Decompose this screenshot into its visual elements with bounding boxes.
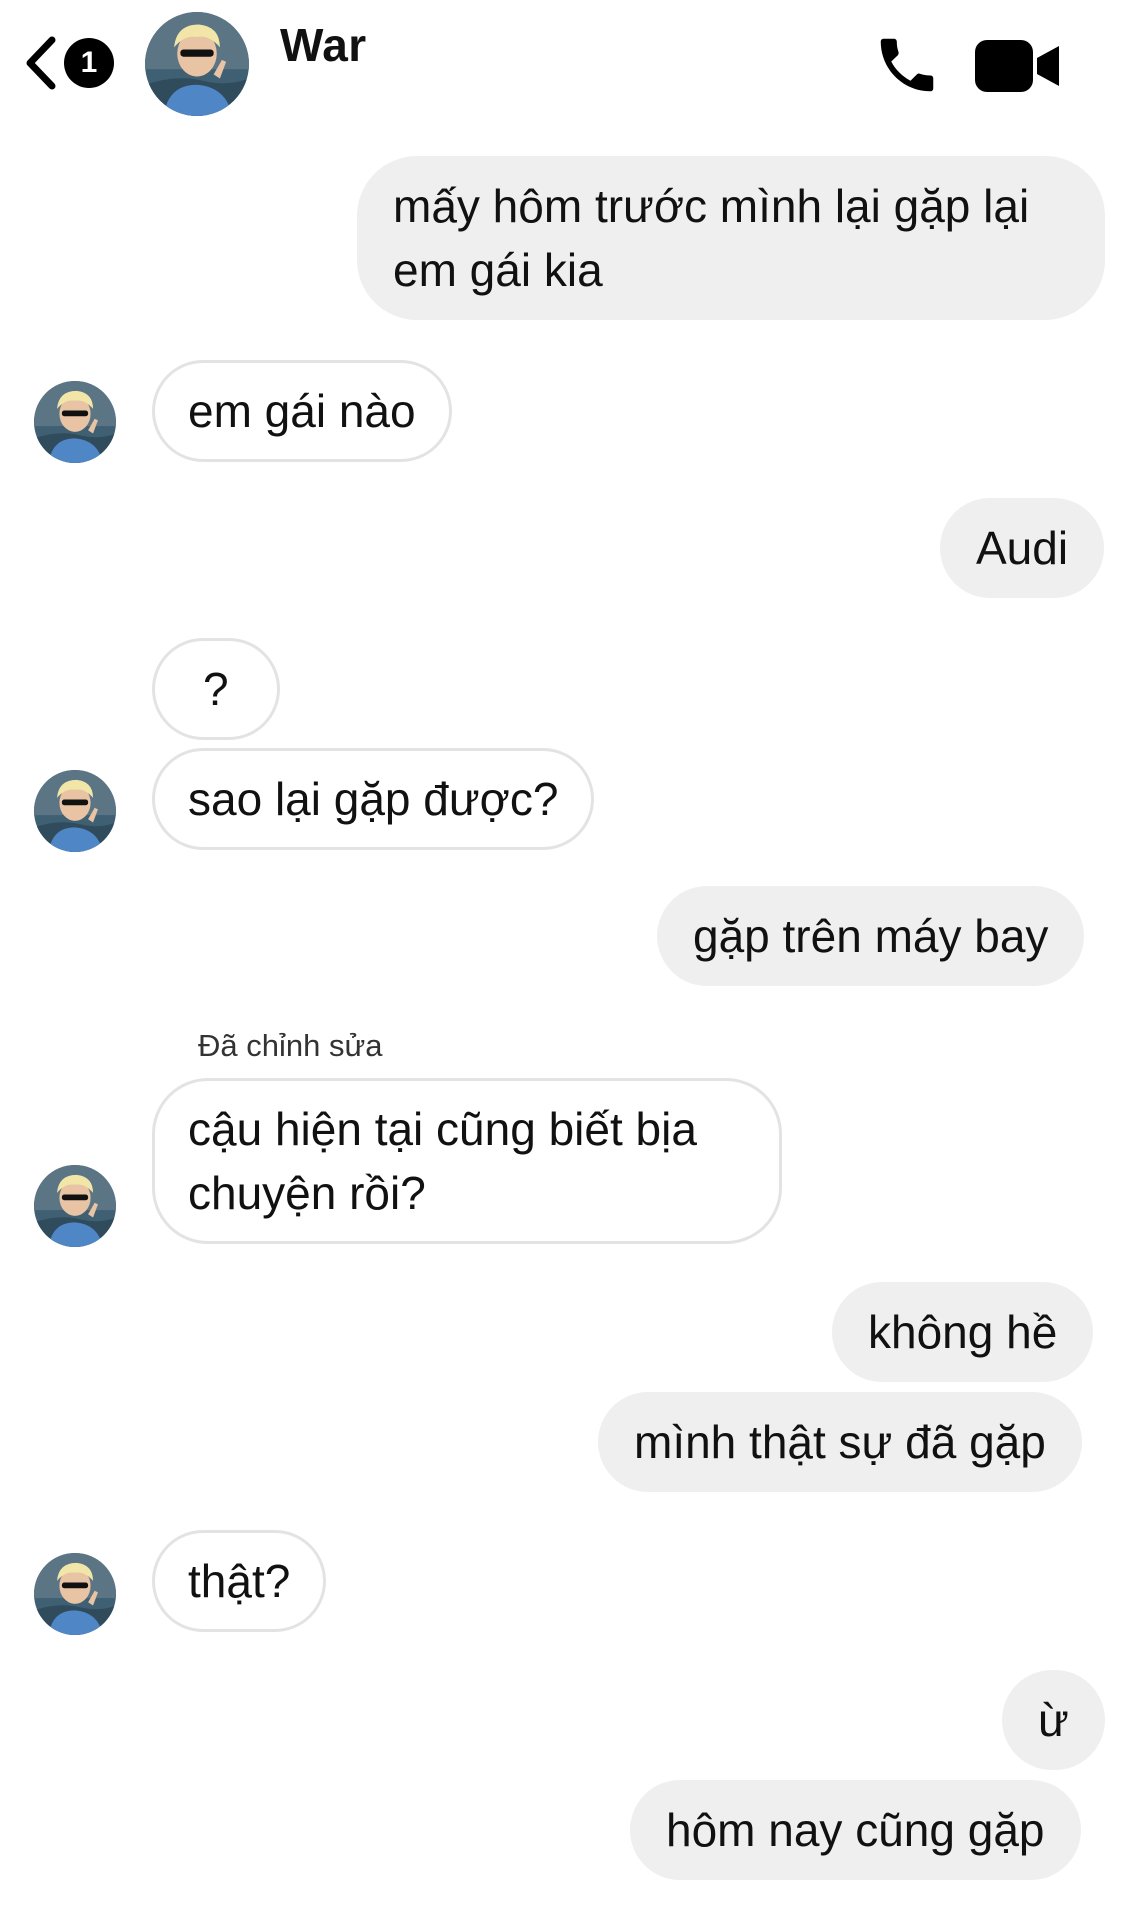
message-text: ừ [1038,1694,1069,1746]
message-text-line: em gái kia [393,244,603,296]
sender-avatar[interactable] [34,770,116,852]
message-text-line: cậu hiện tại cũng biết bịa [188,1103,697,1155]
message-text-line: mấy hôm trước mình lại gặp lại [393,180,1030,232]
message-text: hôm nay cũng gặp [666,1804,1045,1856]
voice-call-button[interactable] [872,30,942,100]
incoming-message-bubble[interactable]: ? [152,638,280,740]
sender-avatar[interactable] [34,1553,116,1635]
contact-name[interactable]: War [280,18,367,72]
outgoing-message-bubble[interactable]: hôm nay cũng gặp [630,1780,1081,1880]
incoming-message-bubble[interactable]: em gái nào [152,360,452,462]
outgoing-message-bubble[interactable]: mình thật sự đã gặp [598,1392,1082,1492]
contact-avatar[interactable] [145,12,249,116]
video-call-button[interactable] [975,38,1061,94]
message-text: không hề [868,1306,1058,1358]
back-button[interactable]: 1 [24,30,124,90]
incoming-message-bubble[interactable]: cậu hiện tại cũng biết bịa chuyện rồi? [152,1078,782,1244]
message-text-line: chuyện rồi? [188,1167,426,1219]
sender-avatar[interactable] [34,381,116,463]
message-text: em gái nào [188,385,416,437]
edited-label: Đã chỉnh sửa [198,1028,383,1063]
message-text: thật? [188,1555,291,1607]
sender-avatar[interactable] [34,1165,116,1247]
outgoing-message-bubble[interactable]: ừ [1002,1670,1105,1770]
chat-header: 1 War [0,0,1129,120]
incoming-message-bubble[interactable]: thật? [152,1530,327,1632]
phone-icon [880,38,934,92]
message-text: gặp trên máy bay [693,910,1049,962]
message-text: mình thật sự đã gặp [634,1416,1046,1468]
incoming-message-bubble[interactable]: sao lại gặp được? [152,748,595,850]
message-text: sao lại gặp được? [188,773,559,825]
message-text: ? [203,663,229,715]
outgoing-message-bubble[interactable]: mấy hôm trước mình lại gặp lại em gái ki… [357,156,1105,320]
outgoing-message-bubble[interactable]: Audi [940,498,1105,598]
outgoing-message-bubble[interactable]: gặp trên máy bay [657,886,1085,986]
video-camera-icon [975,40,1059,92]
chevron-left-icon [26,36,56,90]
message-text: Audi [976,522,1069,574]
outgoing-message-bubble[interactable]: không hề [832,1282,1094,1382]
unread-count-badge: 1 [64,38,114,88]
